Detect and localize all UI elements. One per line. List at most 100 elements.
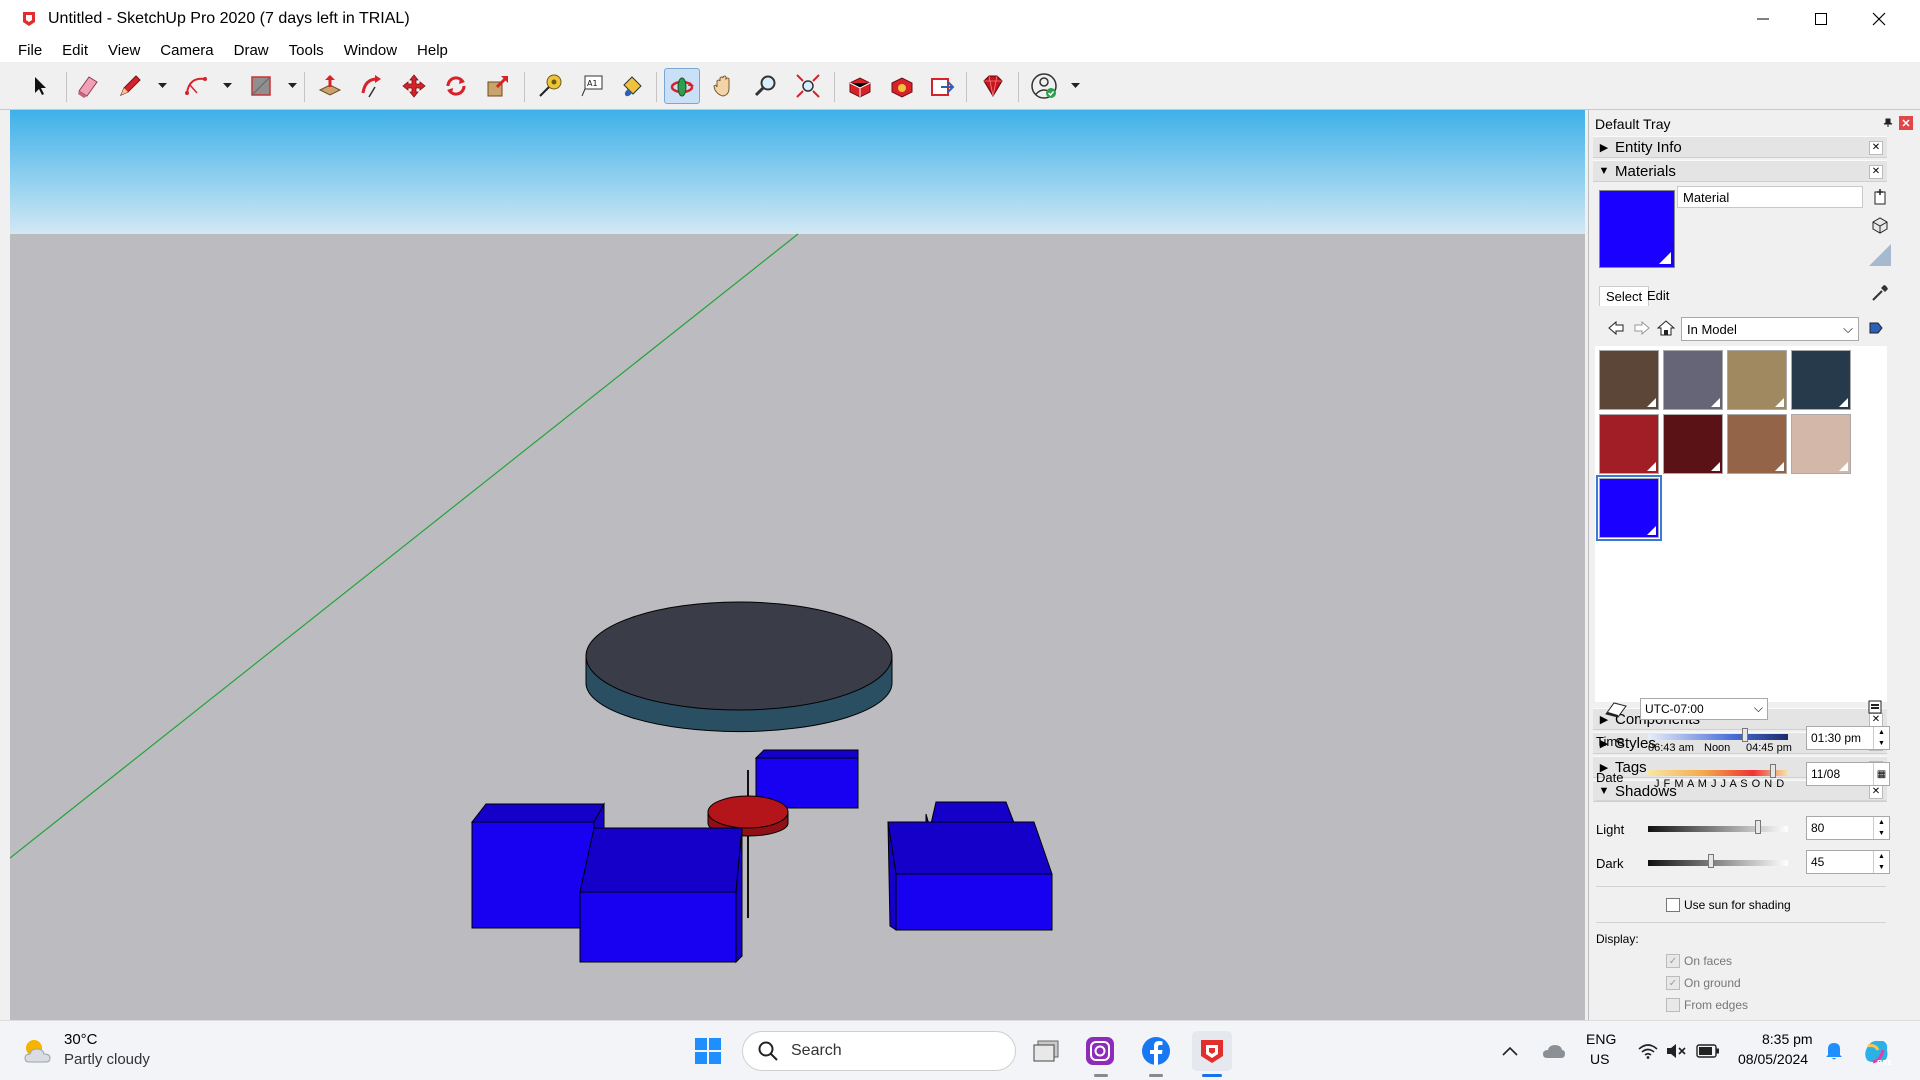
line-tool-dropdown[interactable] bbox=[157, 80, 167, 92]
tape-measure-tool-button[interactable] bbox=[532, 68, 568, 104]
3d-warehouse-button[interactable] bbox=[842, 68, 878, 104]
text-tool-button[interactable]: A1 bbox=[574, 68, 610, 104]
taskbar-search[interactable]: Search bbox=[742, 1031, 1016, 1071]
material-swatch[interactable] bbox=[1599, 350, 1659, 410]
time-slider-thumb[interactable] bbox=[1742, 728, 1748, 742]
default-material-button[interactable] bbox=[1869, 244, 1891, 266]
collection-dropdown[interactable]: In Model ⌵ bbox=[1681, 317, 1859, 341]
taskbar-app-instagram[interactable] bbox=[1082, 1033, 1118, 1069]
arc-tool-dropdown[interactable] bbox=[222, 80, 232, 92]
spinner-arrows-icon[interactable]: ▲ ▼ bbox=[1873, 817, 1889, 839]
light-input[interactable]: 80 ▲ ▼ bbox=[1806, 816, 1890, 840]
menu-file[interactable]: File bbox=[8, 42, 52, 59]
scale-tool-button[interactable] bbox=[480, 68, 516, 104]
model-viewport[interactable] bbox=[10, 110, 1585, 1020]
menu-help[interactable]: Help bbox=[407, 42, 458, 59]
spinner-arrows-icon[interactable]: ▲ ▼ bbox=[1873, 727, 1889, 749]
minimize-button[interactable] bbox=[1734, 0, 1792, 38]
close-window-button[interactable] bbox=[1850, 0, 1908, 38]
chair-front-left[interactable] bbox=[579, 827, 743, 964]
account-button[interactable] bbox=[1026, 68, 1062, 104]
orbit-tool-button[interactable] bbox=[664, 68, 700, 104]
notifications-button[interactable] bbox=[1822, 1039, 1846, 1063]
weather-widget[interactable] bbox=[20, 1033, 56, 1069]
dark-slider[interactable] bbox=[1648, 854, 1788, 868]
menu-draw[interactable]: Draw bbox=[224, 42, 279, 59]
shape-tool-button[interactable] bbox=[243, 68, 279, 104]
table-top[interactable] bbox=[585, 601, 893, 733]
toggle-shadows-button[interactable] bbox=[1604, 700, 1628, 721]
in-model-home-button[interactable] bbox=[1655, 317, 1677, 339]
chair-front-right[interactable] bbox=[887, 821, 1053, 931]
task-view-button[interactable] bbox=[1028, 1033, 1064, 1069]
close-icon[interactable]: ✕ bbox=[1869, 165, 1883, 179]
show-hidden-icons-button[interactable] bbox=[1498, 1039, 1522, 1063]
spinner-arrows-icon[interactable]: ▲ ▼ bbox=[1873, 851, 1889, 873]
eyedropper-button[interactable] bbox=[1869, 282, 1891, 304]
shadows-details-button[interactable] bbox=[1868, 700, 1882, 717]
volume-button[interactable] bbox=[1664, 1039, 1688, 1063]
details-button[interactable] bbox=[1865, 317, 1887, 339]
battery-button[interactable] bbox=[1694, 1039, 1722, 1063]
material-swatch[interactable] bbox=[1727, 350, 1787, 410]
back-button[interactable] bbox=[1605, 317, 1627, 339]
menu-window[interactable]: Window bbox=[334, 42, 407, 59]
material-swatch[interactable] bbox=[1791, 350, 1851, 410]
zoom-tool-button[interactable] bbox=[748, 68, 784, 104]
extension-manager-button[interactable] bbox=[974, 68, 1010, 104]
material-name-field[interactable]: Material bbox=[1677, 186, 1863, 208]
date-slider-thumb[interactable] bbox=[1770, 764, 1776, 778]
menu-tools[interactable]: Tools bbox=[279, 42, 334, 59]
copilot-button[interactable]: PRE bbox=[1858, 1033, 1894, 1069]
input-language[interactable]: ENG bbox=[1586, 1031, 1616, 1047]
date-slider[interactable] bbox=[1648, 764, 1788, 778]
material-swatch[interactable] bbox=[1663, 414, 1723, 474]
select-tool-button[interactable] bbox=[22, 68, 58, 104]
light-slider-thumb[interactable] bbox=[1755, 820, 1761, 834]
shape-tool-dropdown[interactable] bbox=[287, 80, 297, 92]
tab-materials-edit[interactable]: Edit bbox=[1647, 288, 1669, 303]
account-dropdown[interactable] bbox=[1070, 80, 1080, 92]
maximize-button[interactable] bbox=[1792, 0, 1850, 38]
line-tool-button[interactable] bbox=[112, 68, 148, 104]
light-slider[interactable] bbox=[1648, 820, 1788, 834]
calendar-icon[interactable]: ▦ bbox=[1873, 763, 1889, 785]
close-icon[interactable]: ✕ bbox=[1869, 141, 1883, 155]
rotate-tool-button[interactable] bbox=[438, 68, 474, 104]
time-input[interactable]: 01:30 pm ▲ ▼ bbox=[1806, 726, 1890, 750]
input-region[interactable]: US bbox=[1590, 1051, 1609, 1067]
dark-slider-thumb[interactable] bbox=[1708, 854, 1714, 868]
send-to-layout-button[interactable] bbox=[924, 68, 960, 104]
tray-pin-button[interactable] bbox=[1881, 116, 1895, 130]
push-pull-tool-button[interactable] bbox=[312, 68, 348, 104]
tab-materials-select[interactable]: Select bbox=[1599, 286, 1650, 306]
panel-materials[interactable]: ▼ Materials ✕ bbox=[1593, 160, 1887, 182]
menu-edit[interactable]: Edit bbox=[52, 42, 98, 59]
onedrive-button[interactable] bbox=[1540, 1039, 1568, 1063]
material-swatch[interactable] bbox=[1596, 475, 1662, 541]
forward-button[interactable] bbox=[1631, 317, 1653, 339]
material-preview[interactable] bbox=[1599, 190, 1675, 268]
material-swatch[interactable] bbox=[1663, 350, 1723, 410]
scene-canvas[interactable] bbox=[10, 110, 1585, 1020]
panel-entity-info[interactable]: ▶ Entity Info ✕ bbox=[1593, 136, 1887, 158]
pan-tool-button[interactable] bbox=[706, 68, 742, 104]
menu-camera[interactable]: Camera bbox=[150, 42, 223, 59]
clock-time[interactable]: 8:35 pm bbox=[1762, 1031, 1813, 1047]
dark-input[interactable]: 45 ▲ ▼ bbox=[1806, 850, 1890, 874]
wifi-button[interactable] bbox=[1636, 1039, 1660, 1063]
close-icon[interactable]: ✕ bbox=[1869, 785, 1883, 799]
material-swatch[interactable] bbox=[1791, 414, 1851, 474]
taskbar-app-sketchup[interactable] bbox=[1192, 1031, 1232, 1071]
create-material-button[interactable] bbox=[1869, 186, 1891, 208]
zoom-extents-tool-button[interactable] bbox=[790, 68, 826, 104]
material-swatch[interactable] bbox=[1727, 414, 1787, 474]
paint-bucket-tool-button[interactable] bbox=[614, 68, 650, 104]
time-slider[interactable] bbox=[1648, 728, 1788, 742]
use-sun-checkbox[interactable] bbox=[1666, 898, 1680, 912]
move-tool-button[interactable] bbox=[396, 68, 432, 104]
clock-date[interactable]: 08/05/2024 bbox=[1738, 1051, 1808, 1067]
material-swatch[interactable] bbox=[1599, 414, 1659, 474]
menu-view[interactable]: View bbox=[98, 42, 150, 59]
display-secondary-browser-button[interactable] bbox=[1869, 214, 1891, 236]
